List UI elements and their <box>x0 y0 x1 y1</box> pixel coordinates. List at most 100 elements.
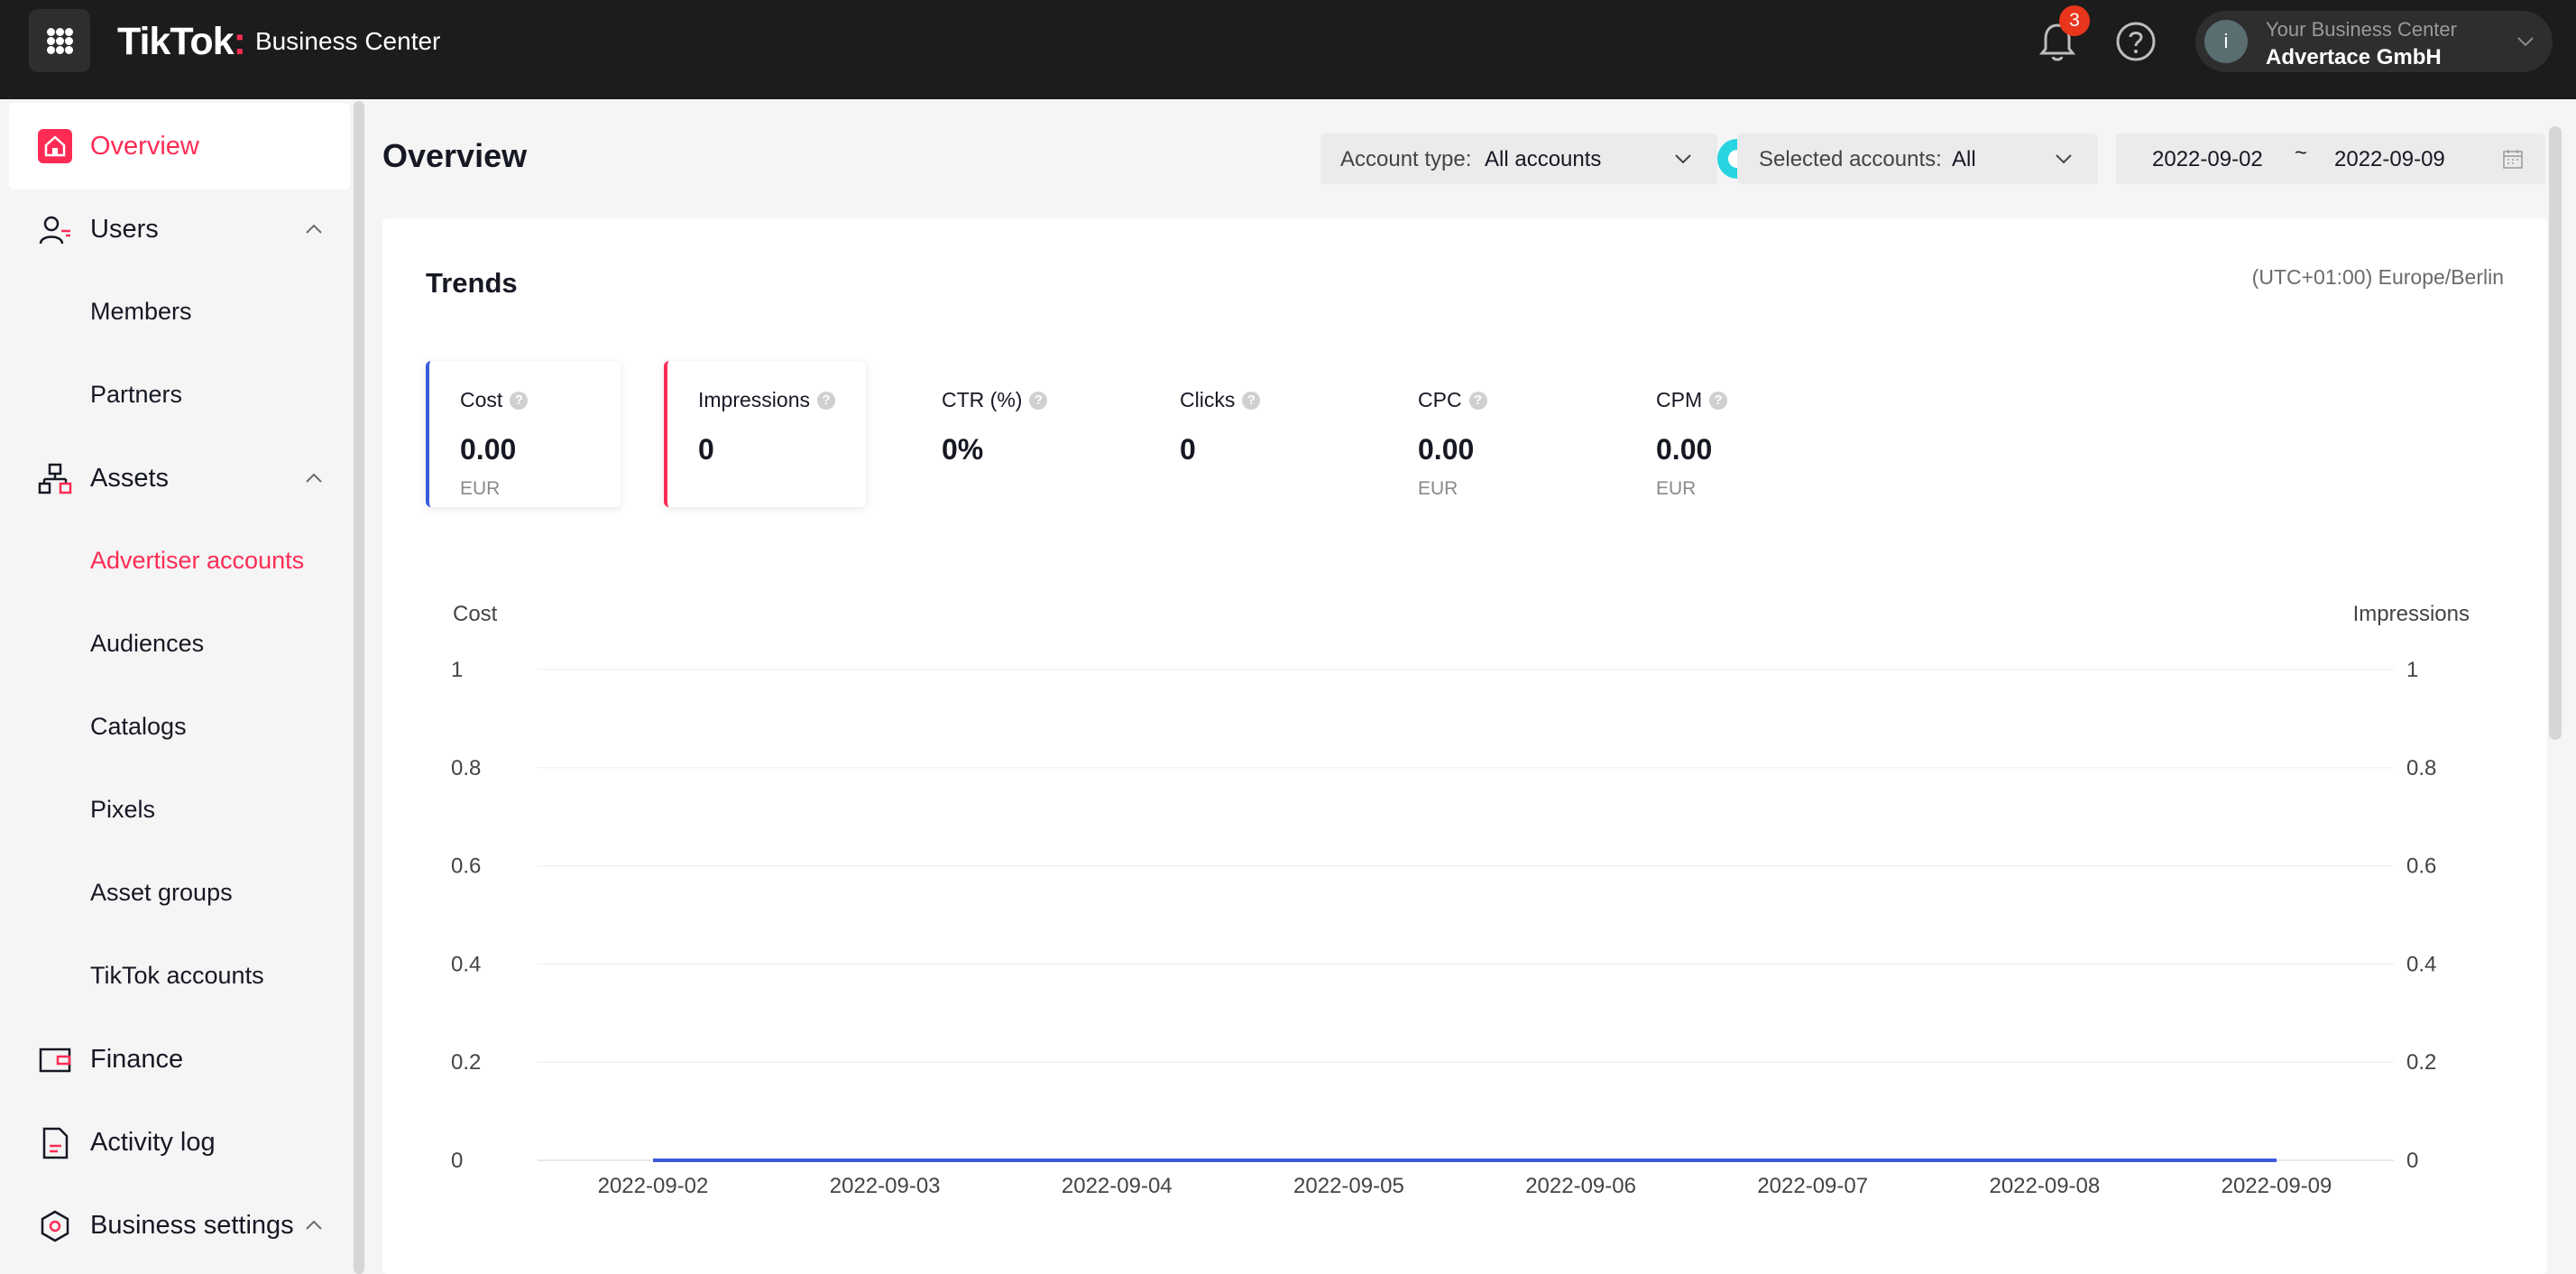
date-range-picker[interactable]: 2022-09-02 ~ 2022-09-09 <box>2116 134 2545 184</box>
document-icon <box>42 1127 69 1159</box>
info-icon[interactable]: ? <box>1468 391 1487 410</box>
date-end[interactable]: 2022-09-09 <box>2334 147 2445 172</box>
sidebar-item-partners[interactable]: Partners <box>90 381 182 409</box>
metric-card-impressions[interactable]: Impressions? 0 <box>664 361 866 507</box>
sidebar-item-asset-groups[interactable]: Asset groups <box>90 879 233 907</box>
metric-card-clicks[interactable]: Clicks? 0 <box>1149 361 1357 507</box>
sidebar-item-tiktok-accounts[interactable]: TikTok accounts <box>90 962 264 990</box>
x-tick-label: 2022-09-04 <box>1062 1174 1173 1198</box>
sidebar-item-label: Overview <box>90 131 199 161</box>
sidebar-item-users[interactable]: Users <box>9 186 350 272</box>
metric-label-text: CTR (%) <box>942 388 1023 411</box>
date-separator: ~ <box>2295 141 2308 165</box>
sidebar-item-label: Business settings <box>90 1210 294 1240</box>
grid-dot-icon <box>56 28 64 36</box>
y-tick-label-left: 1 <box>451 658 463 682</box>
sidebar-item-pixels[interactable]: Pixels <box>90 796 155 824</box>
chevron-down-icon <box>2517 37 2534 47</box>
sidebar-scrollbar[interactable] <box>354 101 364 1274</box>
y-tick-label-left: 0.2 <box>451 1050 481 1075</box>
business-center-switcher[interactable]: i Your Business Center Advertace GmbH <box>2195 11 2553 72</box>
selected-accounts-select[interactable]: Selected accounts: All <box>1737 134 2098 184</box>
x-tick-label: 2022-09-09 <box>2222 1174 2332 1198</box>
metric-value: 0 <box>698 433 714 466</box>
metric-card-cpc[interactable]: CPC? 0.00 EUR <box>1387 361 1595 507</box>
business-center-label: Your Business Center <box>2266 18 2457 41</box>
sidebar-item-activity-log[interactable]: Activity log <box>9 1099 350 1186</box>
grid-dot-icon <box>65 46 73 54</box>
main-scrollbar[interactable] <box>2549 126 2562 740</box>
grid-dot-icon <box>65 28 73 36</box>
metric-value: 0 <box>1180 433 1196 466</box>
grid-dot-icon <box>47 46 55 54</box>
chevron-down-icon <box>2056 154 2072 164</box>
sidebar-item-catalogs[interactable]: Catalogs <box>90 713 187 741</box>
selected-accounts-value: All <box>1952 147 1976 171</box>
metric-label-text: Cost <box>460 388 503 411</box>
grid-dot-icon <box>65 37 73 45</box>
chevron-down-icon <box>1675 154 1691 164</box>
metric-unit: EUR <box>1418 478 1458 499</box>
info-icon[interactable]: ? <box>816 391 835 410</box>
brand-logo[interactable]: TikTok: Business Center <box>117 16 440 67</box>
sidebar-item-audiences[interactable]: Audiences <box>90 630 204 658</box>
metric-value: 0.00 <box>460 433 517 466</box>
settings-icon <box>41 1210 69 1242</box>
sidebar-item-assets[interactable]: Assets <box>9 435 350 522</box>
metric-card-cpm[interactable]: CPM? 0.00 EUR <box>1625 361 1833 507</box>
y-tick-label-right: 0 <box>2406 1149 2418 1173</box>
metric-label-text: CPC <box>1418 388 1462 411</box>
x-tick-label: 2022-09-07 <box>1757 1174 1868 1198</box>
grid-dot-icon <box>47 37 55 45</box>
x-tick-label: 2022-09-06 <box>1525 1174 1636 1198</box>
y-tick-label-left: 0.4 <box>451 952 481 976</box>
users-icon <box>39 216 70 245</box>
top-bar: TikTok: Business Center 3 i Your Busines… <box>0 0 2576 99</box>
metric-label: Clicks? <box>1180 388 1261 412</box>
metric-label-text: Clicks <box>1180 388 1236 411</box>
info-icon[interactable]: ? <box>1242 391 1261 410</box>
metric-card-ctr[interactable]: CTR (%)? 0% <box>911 361 1118 507</box>
sidebar-item-finance[interactable]: Finance <box>9 1016 350 1103</box>
date-start[interactable]: 2022-09-02 <box>2152 147 2263 172</box>
trends-title: Trends <box>426 267 518 299</box>
sidebar-item-business-settings[interactable]: Business settings <box>9 1182 350 1269</box>
business-center-name: Advertace GmbH <box>2266 45 2442 69</box>
metric-card-cost[interactable]: Cost? 0.00 EUR <box>426 361 621 507</box>
calendar-icon <box>2503 150 2523 169</box>
sidebar-item-label: Finance <box>90 1044 184 1074</box>
info-icon[interactable]: ? <box>1709 391 1728 410</box>
chevron-up-icon <box>306 224 322 234</box>
y-tick-label-right: 0.8 <box>2406 756 2436 780</box>
info-icon[interactable]: ? <box>510 391 529 410</box>
account-type-select[interactable]: Account type: All accounts <box>1320 134 1717 184</box>
sidebar-item-label: Users <box>90 214 159 244</box>
sidebar-item-advertiser-accounts[interactable]: Advertiser accounts <box>90 547 304 575</box>
sidebar-item-members[interactable]: Members <box>90 298 192 326</box>
chevron-up-icon <box>306 473 322 483</box>
app-launcher-button[interactable] <box>29 9 90 72</box>
page-title: Overview <box>382 137 528 174</box>
grid-dot-icon <box>47 28 55 36</box>
product-name: Business Center <box>254 27 441 55</box>
sidebar-item-label: Activity log <box>90 1127 216 1157</box>
account-type-label: Account type: <box>1340 147 1472 171</box>
home-icon <box>38 129 72 163</box>
sidebar-item-overview[interactable]: Overview <box>9 103 350 189</box>
metric-label: CPM? <box>1656 388 1728 412</box>
sidebar-item-label: Assets <box>90 463 170 493</box>
notification-badge: 3 <box>2059 5 2090 36</box>
help-icon[interactable] <box>2114 20 2157 63</box>
brand-name: TikTok <box>117 19 235 63</box>
y-tick-label-right: 0.4 <box>2406 952 2436 976</box>
metric-label-text: Impressions <box>698 388 810 411</box>
right-axis-title: Impressions <box>2353 602 2470 626</box>
y-tick-label-right: 1 <box>2406 658 2418 682</box>
metric-unit: EUR <box>1656 478 1697 499</box>
info-icon[interactable]: ? <box>1029 391 1048 410</box>
metric-label: CTR (%)? <box>942 388 1048 412</box>
metric-value: 0.00 <box>1656 433 1713 466</box>
selected-accounts-label: Selected accounts: <box>1759 147 1942 171</box>
metric-label: Cost? <box>460 388 529 412</box>
x-tick-label: 2022-09-03 <box>830 1174 941 1198</box>
